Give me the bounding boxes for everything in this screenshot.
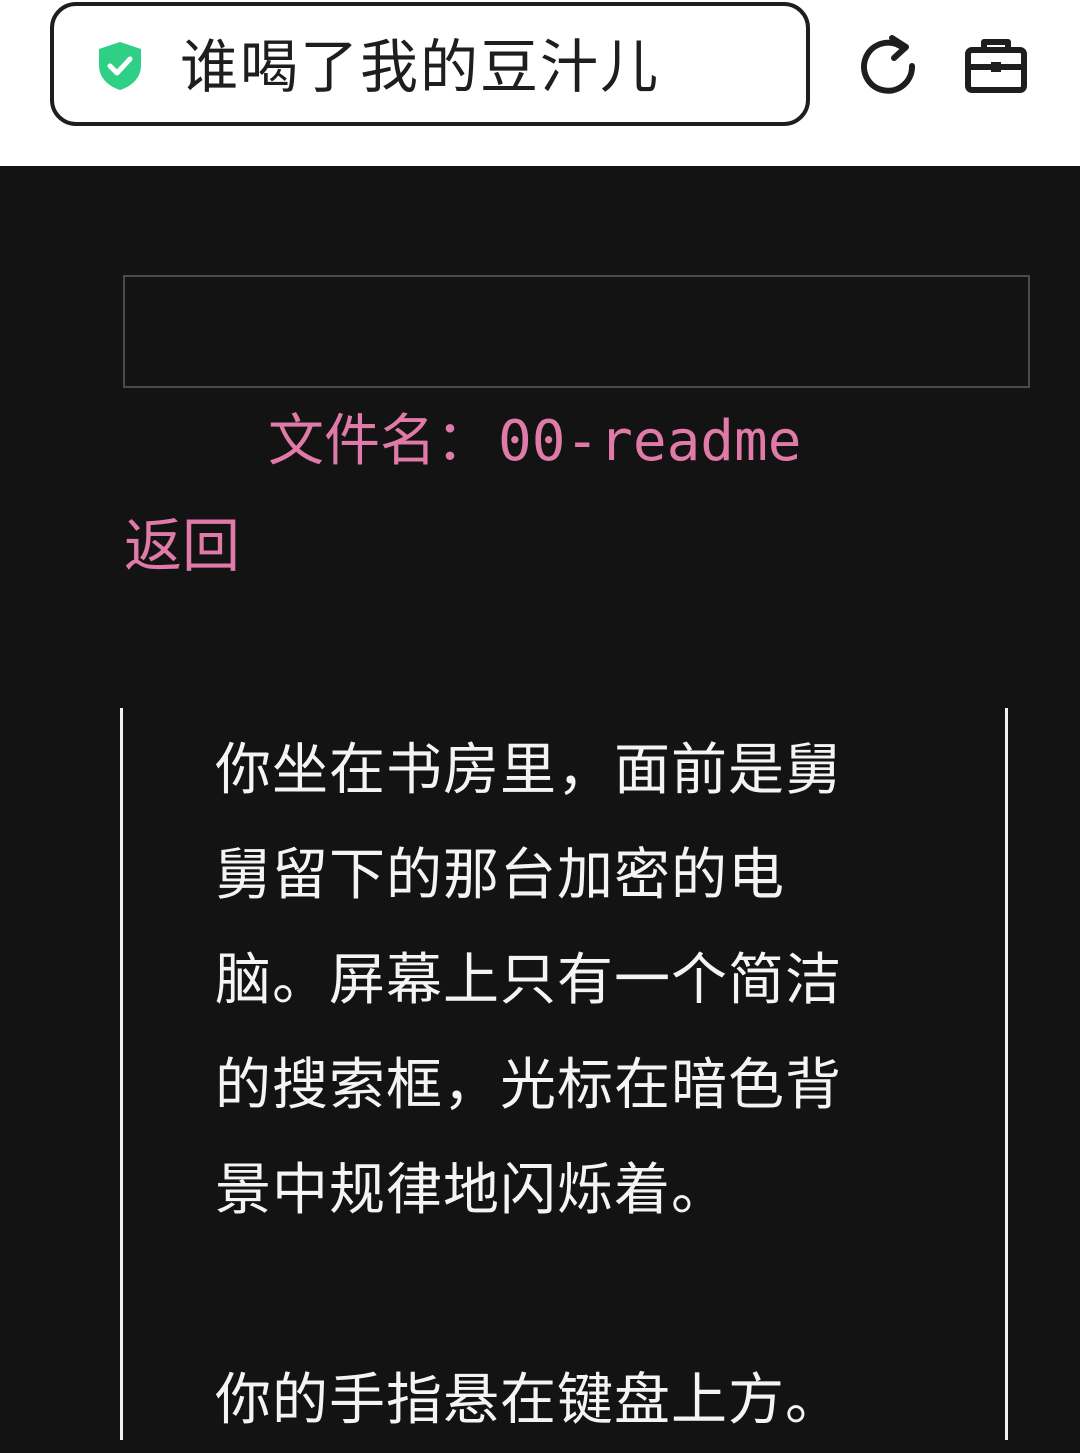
file-name-value: 00-readme [498,409,802,474]
file-name-line: 文件名： 00-readme [268,404,801,480]
story-paragraph: 你坐在书房里，面前是舅舅留下的那台加密的电脑。屏幕上只有一个简洁的搜索框，光标在… [215,738,842,1223]
story-panel: 你坐在书房里，面前是舅舅留下的那台加密的电脑。屏幕上只有一个简洁的搜索框，光标在… [120,708,1008,1440]
file-name-label: 文件名： [268,409,492,474]
story-paragraph: 你的手指悬在键盘上方。 [215,1368,842,1433]
browser-top-bar: 谁喝了我的豆汁儿 [0,0,1080,166]
search-input[interactable] [123,275,1030,388]
page-title: 谁喝了我的豆汁儿 [180,33,661,101]
back-link[interactable]: 返回 [124,508,240,584]
shield-check-icon [99,42,141,90]
reload-icon[interactable] [856,34,920,98]
toolbox-icon[interactable] [964,36,1028,96]
